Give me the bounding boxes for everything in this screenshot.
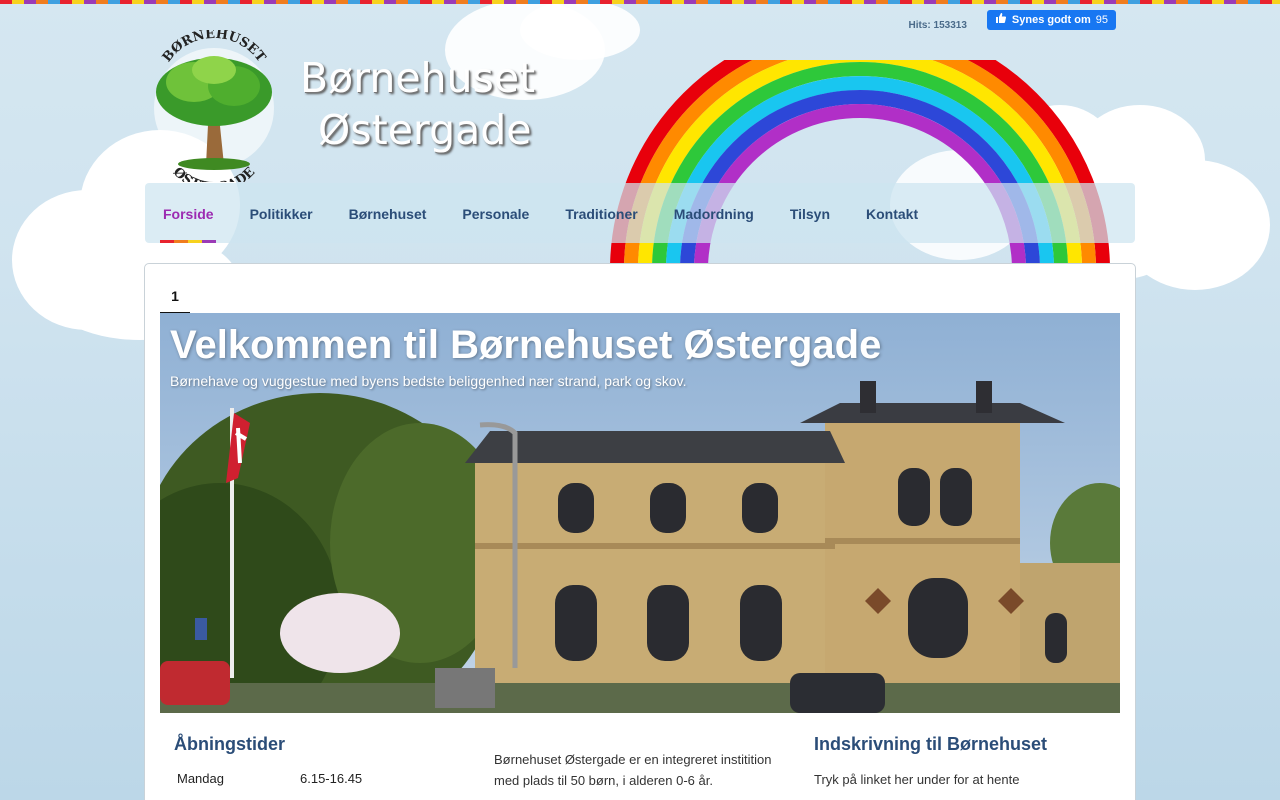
intro-text-line1: Børnehuset Østergade er en integreret in… — [494, 752, 772, 767]
opening-hours-day: Mandag — [177, 771, 224, 786]
opening-hours-section: Åbningstider Mandag 6.15-16.45 — [174, 734, 454, 786]
thumbs-up-icon — [995, 12, 1007, 27]
opening-hours-row: Mandag 6.15-16.45 — [174, 771, 454, 786]
nav-item-politikker[interactable]: Politikker — [232, 183, 331, 243]
facebook-like-button[interactable]: Synes godt om 95 — [986, 9, 1116, 30]
intro-section: Børnehuset Østergade er en integreret in… — [494, 749, 794, 791]
rainbow-stripe — [0, 0, 1280, 4]
enrollment-text: Tryk på linket her under for at hente — [814, 772, 1020, 787]
hero-slide[interactable]: Velkommen til Børnehuset Østergade Børne… — [160, 313, 1120, 713]
site-title-line2: Østergade — [318, 106, 532, 154]
nav-item-madordning[interactable]: Madordning — [656, 183, 772, 243]
main-content: 1 Velkommen til Børnehuset Østergade Bør… — [144, 263, 1136, 800]
nav-item-personale[interactable]: Personale — [444, 183, 547, 243]
hit-counter: Hits: 153313 — [908, 20, 967, 31]
site-title: Børnehuset Østergade — [300, 52, 535, 156]
nav-item-bornehuset[interactable]: Børnehuset — [331, 183, 445, 243]
slider-tab[interactable]: 1 — [160, 280, 190, 314]
opening-hours-time: 6.15-16.45 — [300, 771, 363, 786]
site-title-line1: Børnehuset — [300, 54, 536, 102]
hero-title: Velkommen til Børnehuset Østergade — [170, 323, 882, 367]
nav-item-forside[interactable]: Forside — [145, 183, 232, 243]
enrollment-section: Indskrivning til Børnehuset Tryk på link… — [814, 734, 1114, 790]
intro-text-line2: med plads til 50 børn, i alderen 0-6 år. — [494, 773, 713, 788]
hero-subtitle: Børnehave og vuggestue med byens bedste … — [170, 373, 687, 389]
nav-item-traditioner[interactable]: Traditioner — [547, 183, 655, 243]
opening-hours-heading: Åbningstider — [174, 734, 285, 754]
nav-item-tilsyn[interactable]: Tilsyn — [772, 183, 848, 243]
facebook-like-count: 95 — [1095, 13, 1108, 26]
main-navigation: Forside Politikker Børnehuset Personale … — [145, 183, 1135, 243]
enrollment-heading: Indskrivning til Børnehuset — [814, 734, 1048, 754]
nav-item-kontakt[interactable]: Kontakt — [848, 183, 936, 243]
facebook-like-label: Synes godt om — [1011, 13, 1091, 26]
site-logo[interactable]: BØRNEHUSET ØSTERGADE — [146, 27, 282, 196]
